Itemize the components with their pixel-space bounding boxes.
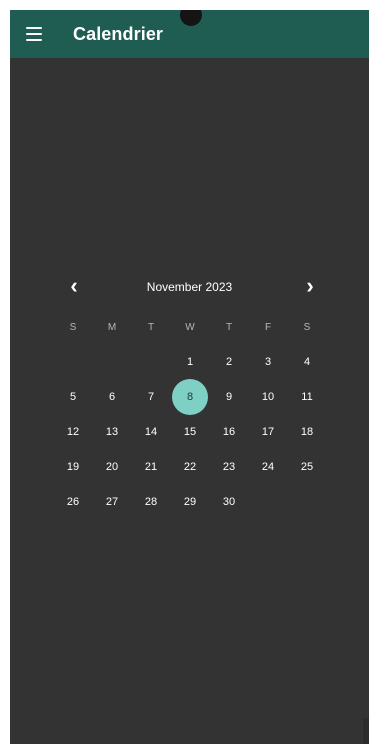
weekday-label: S: [303, 322, 311, 333]
day-cell[interactable]: 22: [172, 449, 208, 485]
day-cell[interactable]: 2: [211, 344, 247, 380]
day-cell[interactable]: 26: [55, 484, 91, 520]
weekday-label: M: [107, 322, 117, 333]
menu-icon[interactable]: [24, 24, 44, 44]
chevron-right-icon[interactable]: ›: [299, 275, 321, 298]
camera-cutout: [180, 10, 202, 26]
day-cell[interactable]: 28: [133, 484, 169, 520]
app-bar: Calendrier: [10, 10, 369, 58]
day-cell[interactable]: 30: [211, 484, 247, 520]
day-cell[interactable]: 1: [172, 344, 208, 380]
day-cell[interactable]: 20: [94, 449, 130, 485]
day-cell[interactable]: 13: [94, 414, 130, 450]
weekday-label: F: [264, 322, 272, 333]
weekday-label: T: [225, 322, 233, 333]
weekday-label: W: [185, 322, 195, 333]
day-cell[interactable]: 9: [211, 379, 247, 415]
day-cell[interactable]: 11: [289, 379, 325, 415]
day-cell[interactable]: 27: [94, 484, 130, 520]
day-cell[interactable]: 4: [289, 344, 325, 380]
weekday-label: T: [147, 322, 155, 333]
calendar-header: ‹ November 2023 ›: [10, 274, 369, 300]
day-selected[interactable]: 8: [172, 379, 208, 415]
app-screen: Calendrier ‹ November 2023 › SMTWTFS 123…: [10, 10, 369, 744]
day-cell[interactable]: 7: [133, 379, 169, 415]
day-cell[interactable]: 12: [55, 414, 91, 450]
day-cell[interactable]: 29: [172, 484, 208, 520]
weekday-label: S: [69, 322, 77, 333]
day-cell[interactable]: 23: [211, 449, 247, 485]
day-cell[interactable]: 14: [133, 414, 169, 450]
day-cell[interactable]: 3: [250, 344, 286, 380]
day-cell[interactable]: 21: [133, 449, 169, 485]
day-cell[interactable]: 24: [250, 449, 286, 485]
day-cell[interactable]: 16: [211, 414, 247, 450]
day-cell[interactable]: 18: [289, 414, 325, 450]
page-title: Calendrier: [73, 24, 164, 44]
day-cell[interactable]: 25: [289, 449, 325, 485]
scroll-edge: [363, 718, 369, 744]
day-cell[interactable]: 10: [250, 379, 286, 415]
day-cell[interactable]: 17: [250, 414, 286, 450]
day-cell[interactable]: 15: [172, 414, 208, 450]
day-cell[interactable]: 19: [55, 449, 91, 485]
day-cell[interactable]: 5: [55, 379, 91, 415]
day-cell[interactable]: 6: [94, 379, 130, 415]
